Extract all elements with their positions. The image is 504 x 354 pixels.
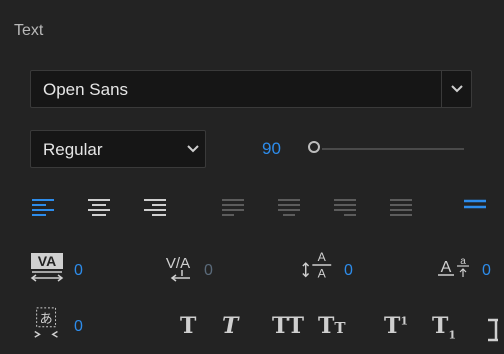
justify-center-icon[interactable] — [276, 193, 302, 223]
leading-icon: A A — [302, 250, 332, 280]
svg-text:A: A — [318, 250, 327, 264]
svg-text:あ: あ — [40, 311, 53, 327]
superscript-button[interactable]: T1 — [384, 313, 408, 343]
subscript-mark: 1 — [448, 328, 457, 342]
panel-title: Text — [14, 22, 44, 39]
baseline-shift-value[interactable]: 0 — [482, 262, 491, 296]
font-size-slider[interactable] — [306, 138, 466, 160]
svg-text:a: a — [460, 256, 466, 267]
font-family-value: Open Sans — [43, 80, 129, 99]
font-style-dropdown[interactable]: Regular — [30, 130, 206, 168]
alignment-toolbar — [0, 193, 504, 223]
faux-italic-button[interactable]: T — [222, 313, 238, 343]
slider-thumb[interactable] — [308, 141, 320, 153]
small-caps-label: Tt — [318, 313, 346, 339]
dropdown-divider — [441, 71, 442, 107]
underline-icon[interactable] — [484, 314, 504, 348]
subscript-button[interactable]: T1 — [432, 313, 456, 343]
superscript-label: T — [384, 313, 401, 339]
align-center-icon[interactable] — [86, 193, 112, 223]
leading-value[interactable]: 0 — [344, 262, 353, 296]
justify-right-icon[interactable] — [332, 193, 358, 223]
font-size-value[interactable]: 90 — [262, 139, 281, 159]
baseline-shift-icon: A a — [438, 256, 469, 277]
tsume-value[interactable]: 0 — [74, 318, 83, 352]
small-caps-button[interactable]: Tt — [318, 313, 346, 343]
svg-text:V/A: V/A — [166, 255, 190, 272]
chevron-down-icon[interactable] — [443, 71, 471, 107]
align-left-icon[interactable] — [30, 193, 56, 223]
tracking-icon: VA — [30, 253, 64, 282]
kerning-icon: V/A — [166, 255, 190, 282]
svg-text:VA: VA — [38, 253, 56, 269]
svg-text:A: A — [441, 259, 452, 276]
tracking-value[interactable]: 0 — [74, 262, 83, 296]
faux-bold-button[interactable]: T — [180, 313, 196, 343]
justify-all-icon[interactable] — [388, 193, 414, 223]
hamburger-menu-icon[interactable] — [460, 193, 486, 223]
all-caps-button[interactable]: TT — [272, 313, 304, 343]
slider-track[interactable] — [322, 148, 464, 150]
superscript-mark: 1 — [400, 314, 409, 328]
tsume-icon: あ — [34, 307, 58, 338]
align-right-icon[interactable] — [142, 193, 168, 223]
justify-left-icon[interactable] — [220, 193, 246, 223]
svg-text:A: A — [318, 266, 327, 280]
kerning-value[interactable]: 0 — [204, 262, 213, 296]
font-family-dropdown[interactable]: Open Sans — [30, 70, 472, 108]
font-style-value: Regular — [43, 140, 103, 159]
chevron-down-icon — [187, 145, 199, 153]
subscript-label: T — [432, 313, 449, 339]
